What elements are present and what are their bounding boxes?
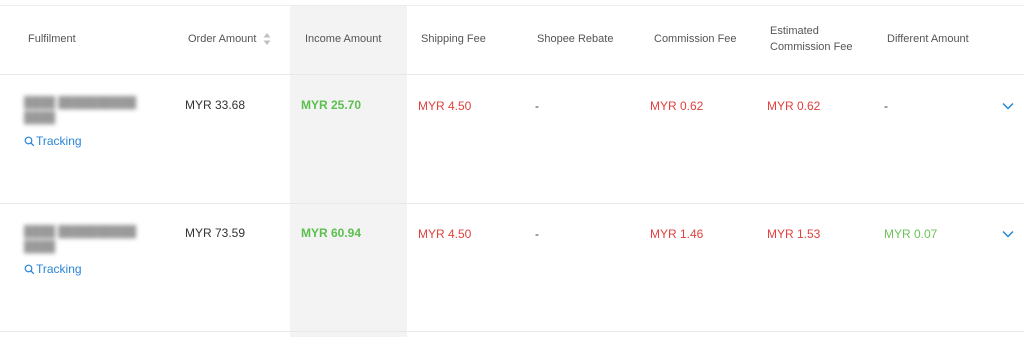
order-amount: MYR 73.59: [185, 226, 246, 240]
row-divider: [0, 331, 1024, 332]
order-id-redacted: ████ ██████████ ████: [24, 226, 137, 253]
shipping-fee: MYR 4.50: [418, 99, 472, 113]
income-amount: MYR 25.70: [301, 98, 362, 112]
chevron-down-icon[interactable]: [1001, 229, 1015, 239]
header-commission-fee: Commission Fee: [654, 33, 737, 45]
tracking-link[interactable]: Tracking: [24, 261, 82, 277]
search-icon: [24, 264, 35, 274]
different-amount: -: [884, 99, 888, 113]
header-shopee-rebate: Shopee Rebate: [537, 33, 614, 45]
shopee-rebate: -: [535, 227, 539, 241]
tracking-label: Tracking: [36, 262, 82, 276]
row-divider: [0, 203, 1024, 204]
header-estimated-line1: Estimated: [770, 25, 819, 37]
estimated-commission-fee: MYR 0.62: [767, 99, 821, 113]
tracking-label: Tracking: [36, 134, 82, 148]
shopee-rebate: -: [535, 99, 539, 113]
sort-icon[interactable]: [262, 32, 272, 46]
order-income-table: Fulfilment Order Amount Income Amount Sh…: [0, 0, 1024, 337]
different-amount: MYR 0.07: [884, 227, 938, 241]
income-column-highlight: [290, 6, 407, 337]
header-estimated-commission-fee: Estimated Commission Fee: [770, 23, 853, 55]
order-id-redacted: ████ ██████████ ████: [24, 97, 137, 124]
header-order-amount[interactable]: Order Amount: [188, 31, 256, 47]
tracking-link[interactable]: Tracking: [24, 133, 82, 149]
header-divider: [0, 74, 1024, 75]
chevron-down-icon[interactable]: [1001, 101, 1015, 111]
header-fulfilment: Fulfilment: [28, 33, 76, 45]
commission-fee: MYR 0.62: [650, 99, 704, 113]
table-top-border: [0, 5, 1024, 6]
shipping-fee: MYR 4.50: [418, 227, 472, 241]
order-amount: MYR 33.68: [185, 98, 246, 112]
income-amount: MYR 60.94: [301, 226, 362, 240]
header-shipping-fee: Shipping Fee: [421, 33, 486, 45]
header-income-amount: Income Amount: [305, 33, 382, 45]
commission-fee: MYR 1.46: [650, 227, 704, 241]
search-icon: [24, 136, 35, 146]
estimated-commission-fee: MYR 1.53: [767, 227, 821, 241]
header-different-amount: Different Amount: [887, 33, 969, 45]
header-estimated-line2: Commission Fee: [770, 41, 853, 53]
